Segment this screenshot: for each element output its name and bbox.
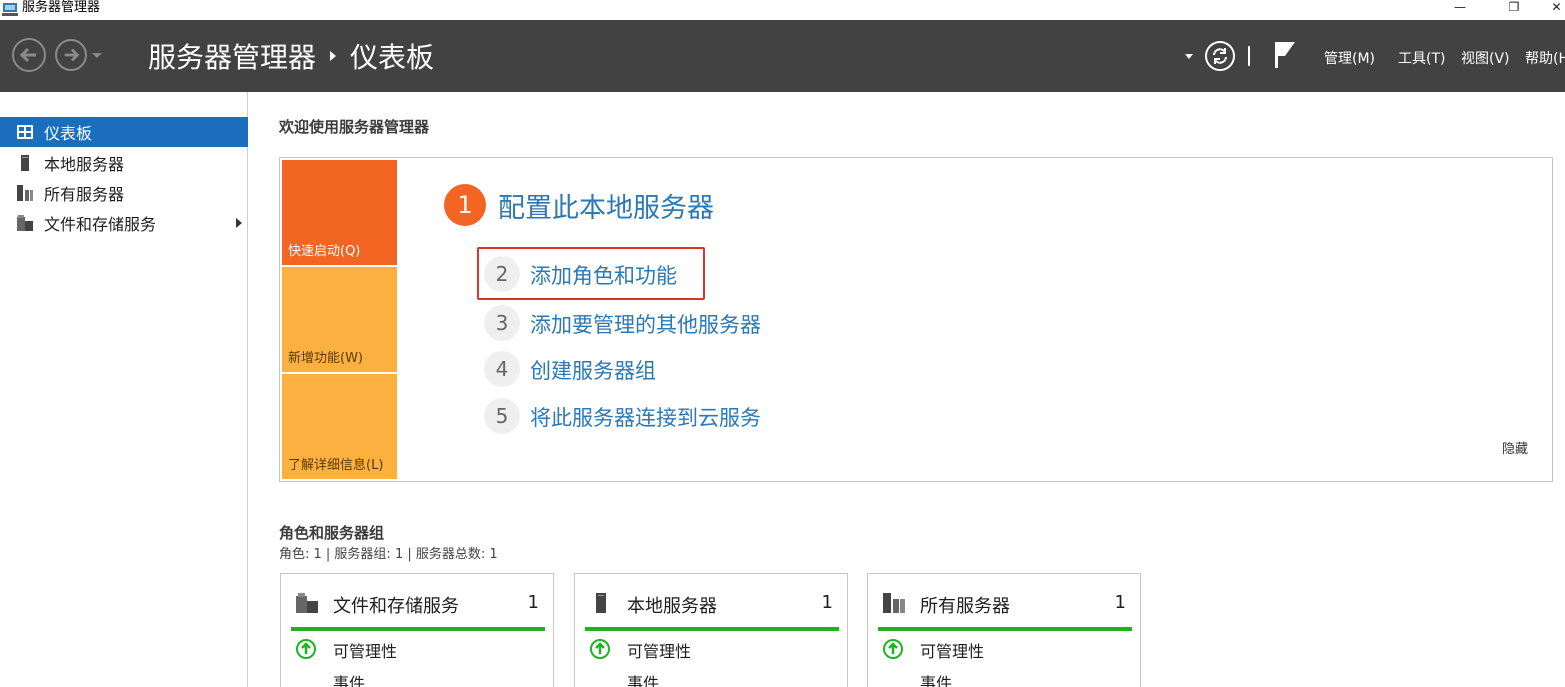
file-storage-icon — [296, 593, 318, 613]
sidebar-item-label: 本地服务器 — [44, 155, 125, 174]
card-manageability[interactable]: 可管理性 — [333, 638, 397, 662]
quick-start-panel: 快速启动(Q) 新增功能(W) 了解详细信息(L) 1 配置此本地服务器 2 添… — [279, 157, 1553, 482]
sidebar-item-label: 所有服务器 — [44, 185, 125, 204]
dashboard-icon — [17, 125, 33, 139]
sidebar-item-all-servers[interactable]: 所有服务器 — [0, 178, 248, 208]
menu-help[interactable]: 帮助(H — [1525, 48, 1565, 68]
server-manager-app-icon — [2, 3, 18, 16]
card-count: 1 — [821, 592, 833, 613]
card-manageability[interactable]: 可管理性 — [627, 638, 691, 662]
step-4-link[interactable]: 创建服务器组 — [530, 355, 656, 385]
file-storage-icon — [17, 215, 33, 231]
sidebar-item-file-storage[interactable]: 文件和存储服务 — [0, 208, 248, 238]
tile-whats-new[interactable]: 新增功能(W) — [282, 267, 397, 372]
breadcrumb-page: 仪表板 — [350, 41, 435, 74]
refresh-icon — [1213, 48, 1227, 64]
status-bar — [585, 627, 839, 631]
step-1-number: 1 — [444, 184, 486, 226]
menu-tools[interactable]: 工具(T) — [1398, 48, 1445, 68]
breadcrumb-separator-icon — [330, 51, 337, 61]
annotation-highlight-box — [477, 247, 705, 300]
servers-icon — [883, 593, 905, 613]
app-header: 服务器管理器 仪表板 管理(M) 工具(T) 视图(V) 帮助(H — [0, 20, 1565, 92]
hide-link[interactable]: 隐藏 — [1502, 438, 1528, 457]
role-card-local-server[interactable]: 本地服务器 1 可管理性 事件 — [574, 573, 848, 687]
servers-icon — [17, 185, 33, 201]
status-bar — [291, 627, 545, 631]
role-card-file-storage[interactable]: 文件和存储服务 1 可管理性 事件 — [280, 573, 554, 687]
roles-summary: 角色: 1 | 服务器组: 1 | 服务器总数: 1 — [279, 547, 498, 562]
arrow-right-icon — [64, 48, 80, 62]
restore-button[interactable]: ❐ — [1494, 0, 1534, 16]
sidebar-item-label: 仪表板 — [44, 124, 93, 143]
roles-title: 角色和服务器组 — [279, 524, 385, 542]
status-up-icon — [883, 639, 903, 659]
breadcrumb: 服务器管理器 仪表板 — [148, 36, 434, 76]
history-dropdown-icon[interactable] — [92, 53, 102, 58]
status-up-icon — [590, 639, 610, 659]
step-5-link[interactable]: 将此服务器连接到云服务 — [530, 402, 761, 432]
tile-label: 快速启动(Q) — [288, 244, 361, 259]
breadcrumb-app[interactable]: 服务器管理器 — [148, 36, 316, 76]
server-icon — [596, 593, 606, 613]
tile-learn-more[interactable]: 了解详细信息(L) — [282, 374, 397, 479]
back-button[interactable] — [12, 38, 46, 72]
card-title: 本地服务器 — [627, 596, 717, 617]
menu-manage[interactable]: 管理(M) — [1324, 48, 1375, 68]
tile-quick-start[interactable]: 快速启动(Q) — [282, 160, 397, 265]
sidebar: 仪表板 本地服务器 所有服务器 文件和存储服务 — [0, 92, 248, 687]
sidebar-item-dashboard[interactable]: 仪表板 — [0, 117, 248, 147]
notifications-flag-icon[interactable] — [1273, 40, 1297, 70]
status-up-icon — [296, 639, 316, 659]
header-divider — [1248, 46, 1250, 66]
arrow-left-icon — [19, 47, 36, 63]
forward-button[interactable] — [55, 39, 87, 71]
card-title: 文件和存储服务 — [333, 596, 459, 617]
tile-label: 新增功能(W) — [288, 351, 363, 366]
card-count: 1 — [527, 592, 539, 613]
refresh-button[interactable] — [1205, 41, 1235, 71]
card-events[interactable]: 事件 — [920, 670, 952, 687]
menu-view[interactable]: 视图(V) — [1461, 48, 1510, 68]
sidebar-item-label: 文件和存储服务 — [44, 215, 157, 234]
step-3-link[interactable]: 添加要管理的其他服务器 — [530, 309, 761, 339]
card-events[interactable]: 事件 — [627, 670, 659, 687]
step-1-link[interactable]: 配置此本地服务器 — [498, 186, 714, 225]
welcome-title: 欢迎使用服务器管理器 — [279, 118, 430, 136]
status-bar — [878, 627, 1132, 631]
server-icon — [21, 155, 29, 171]
window-titlebar: 服务器管理器 — ❐ ✕ — [0, 0, 1565, 20]
breadcrumb-dropdown-icon[interactable] — [1185, 54, 1193, 59]
step-number: 5 — [484, 398, 520, 434]
window-title: 服务器管理器 — [22, 0, 101, 15]
minimize-button[interactable]: — — [1440, 0, 1480, 16]
step-number: 3 — [484, 305, 520, 341]
role-card-all-servers[interactable]: 所有服务器 1 可管理性 事件 — [867, 573, 1141, 687]
card-count: 1 — [1114, 592, 1126, 613]
tile-label: 了解详细信息(L) — [288, 458, 384, 473]
expand-arrow-icon[interactable] — [236, 218, 242, 228]
card-events[interactable]: 事件 — [333, 670, 365, 687]
card-title: 所有服务器 — [920, 596, 1010, 617]
sidebar-item-local-server[interactable]: 本地服务器 — [0, 148, 248, 178]
card-manageability[interactable]: 可管理性 — [920, 638, 984, 662]
step-number: 4 — [484, 351, 520, 387]
close-button[interactable]: ✕ — [1548, 0, 1565, 16]
